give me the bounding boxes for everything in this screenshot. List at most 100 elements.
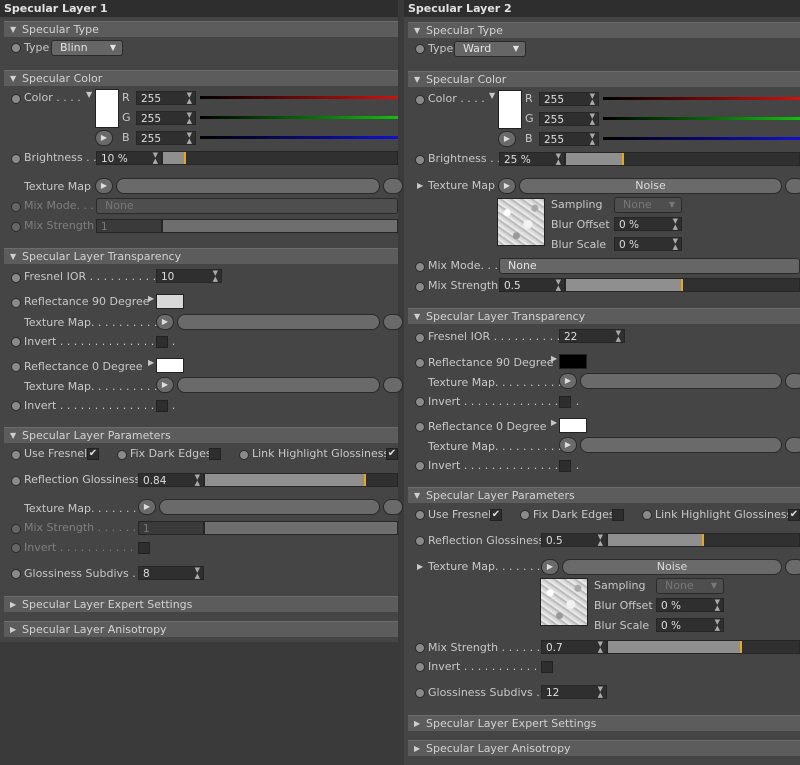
type-dropdown[interactable]: Ward ▼ bbox=[454, 41, 526, 57]
invert-checkbox[interactable] bbox=[156, 400, 168, 412]
fresnel-ior-field[interactable]: 22 ▲ ▼ bbox=[559, 329, 625, 343]
animate-radio-icon[interactable] bbox=[11, 337, 21, 347]
r-field[interactable]: 255 ▲ ▼ bbox=[539, 92, 599, 106]
link-highlight-checkbox[interactable]: ✔ bbox=[788, 509, 800, 521]
texture-shader-slot[interactable] bbox=[580, 373, 782, 389]
invert-checkbox[interactable] bbox=[156, 336, 168, 348]
animate-radio-icon[interactable] bbox=[239, 450, 249, 460]
color-swatch[interactable] bbox=[498, 90, 522, 129]
blur-offset-field[interactable]: 0 % ▲ ▼ bbox=[656, 598, 724, 612]
animate-radio-icon[interactable] bbox=[11, 43, 21, 53]
animate-radio-icon[interactable] bbox=[11, 298, 21, 308]
mix-strength-slider[interactable] bbox=[204, 521, 398, 535]
expand-triangle-icon[interactable]: ▶ bbox=[417, 181, 423, 190]
brightness-field[interactable]: 25 % ▲ ▼ bbox=[499, 152, 565, 166]
texture-menu-button[interactable]: ▶ bbox=[156, 377, 174, 393]
use-fresnel-checkbox[interactable]: ✔ bbox=[87, 448, 99, 460]
animate-radio-icon[interactable] bbox=[415, 422, 425, 432]
invert-checkbox[interactable] bbox=[559, 396, 571, 408]
color-menu-arrow-icon[interactable]: ▶ bbox=[551, 354, 557, 363]
mix-strength-slider[interactable] bbox=[162, 219, 398, 233]
fix-dark-edges-checkbox[interactable] bbox=[209, 448, 221, 460]
brightness-field[interactable]: 10 % ▲ ▼ bbox=[96, 151, 162, 165]
r-field[interactable]: 255 ▲ ▼ bbox=[136, 91, 196, 105]
texture-extra-button[interactable] bbox=[785, 559, 800, 575]
invert-checkbox[interactable] bbox=[541, 661, 553, 673]
texture-extra-button[interactable] bbox=[383, 377, 403, 393]
color-menu-arrow-icon[interactable]: ▼ bbox=[86, 90, 92, 99]
color-swatch[interactable] bbox=[95, 89, 119, 128]
animate-radio-icon[interactable] bbox=[415, 536, 425, 546]
sampling-dropdown[interactable]: None ▼ bbox=[656, 578, 724, 594]
texture-shader-button[interactable]: Noise bbox=[562, 559, 782, 575]
section-transparency[interactable]: ▼ Specular Layer Transparency bbox=[408, 308, 800, 324]
reflectance-0-swatch[interactable] bbox=[559, 418, 587, 433]
texture-extra-button[interactable] bbox=[785, 178, 800, 194]
animate-radio-icon[interactable] bbox=[11, 273, 21, 283]
animate-radio-icon[interactable] bbox=[11, 450, 21, 460]
blur-scale-field[interactable]: 0 % ▲ ▼ bbox=[656, 618, 724, 632]
link-highlight-checkbox[interactable]: ✔ bbox=[386, 448, 398, 460]
color-menu-arrow-icon[interactable]: ▶ bbox=[148, 358, 154, 367]
texture-shader-slot[interactable] bbox=[116, 178, 380, 194]
section-transparency[interactable]: ▼ Specular Layer Transparency bbox=[4, 248, 398, 264]
texture-extra-button[interactable] bbox=[383, 178, 403, 194]
texture-extra-button[interactable] bbox=[383, 499, 403, 515]
texture-menu-button[interactable]: ▶ bbox=[559, 373, 577, 389]
animate-radio-icon[interactable] bbox=[520, 510, 530, 520]
section-specular-type[interactable]: ▼ Specular Type bbox=[408, 22, 800, 38]
reflectance-0-swatch[interactable] bbox=[156, 358, 184, 373]
section-anisotropy[interactable]: ▶ Specular Layer Anisotropy bbox=[4, 621, 398, 637]
g-field[interactable]: 255 ▲ ▼ bbox=[136, 111, 196, 125]
texture-shader-slot[interactable] bbox=[177, 314, 380, 330]
section-expert-settings[interactable]: ▶ Specular Layer Expert Settings bbox=[408, 715, 800, 731]
mix-strength-slider[interactable] bbox=[607, 640, 800, 654]
use-fresnel-checkbox[interactable]: ✔ bbox=[490, 509, 502, 521]
animate-radio-icon[interactable] bbox=[415, 44, 425, 54]
reflectance-90-swatch[interactable] bbox=[559, 354, 587, 369]
animate-radio-icon[interactable] bbox=[415, 397, 425, 407]
brightness-slider[interactable] bbox=[162, 151, 398, 165]
texture-shader-slot[interactable] bbox=[159, 499, 380, 515]
animate-radio-icon[interactable] bbox=[11, 543, 21, 553]
b-field[interactable]: 255 ▲ ▼ bbox=[539, 132, 599, 146]
animate-radio-icon[interactable] bbox=[415, 510, 425, 520]
animate-radio-icon[interactable] bbox=[11, 94, 21, 104]
b-slider[interactable] bbox=[603, 137, 800, 140]
texture-extra-button[interactable] bbox=[785, 373, 800, 389]
reflection-glossiness-slider[interactable] bbox=[204, 473, 398, 487]
mix-strength-field[interactable]: 1 bbox=[138, 521, 204, 535]
texture-extra-button[interactable] bbox=[785, 437, 800, 453]
reflection-glossiness-slider[interactable] bbox=[607, 533, 800, 547]
expand-triangle-icon[interactable]: ▶ bbox=[417, 562, 423, 571]
texture-shader-slot[interactable] bbox=[580, 437, 782, 453]
mix-strength-field[interactable]: 1 bbox=[96, 219, 162, 233]
section-parameters[interactable]: ▼ Specular Layer Parameters bbox=[408, 487, 800, 503]
r-slider[interactable] bbox=[603, 97, 800, 100]
animate-radio-icon[interactable] bbox=[11, 202, 21, 212]
brightness-slider[interactable] bbox=[565, 152, 800, 166]
animate-radio-icon[interactable] bbox=[11, 362, 21, 372]
type-dropdown[interactable]: Blinn ▼ bbox=[51, 40, 123, 56]
animate-radio-icon[interactable] bbox=[11, 476, 21, 486]
sampling-dropdown[interactable]: None ▼ bbox=[614, 197, 682, 213]
section-parameters[interactable]: ▼ Specular Layer Parameters bbox=[4, 427, 398, 443]
animate-radio-icon[interactable] bbox=[415, 155, 425, 165]
texture-menu-button[interactable]: ▶ bbox=[138, 499, 156, 515]
g-slider[interactable] bbox=[603, 117, 800, 120]
animate-radio-icon[interactable] bbox=[415, 95, 425, 105]
b-field[interactable]: 255 ▲ ▼ bbox=[136, 131, 196, 145]
animate-radio-icon[interactable] bbox=[11, 401, 21, 411]
animate-radio-icon[interactable] bbox=[117, 450, 127, 460]
section-expert-settings[interactable]: ▶ Specular Layer Expert Settings bbox=[4, 596, 398, 612]
animate-radio-icon[interactable] bbox=[415, 662, 425, 672]
fresnel-ior-field[interactable]: 10 ▲ ▼ bbox=[156, 269, 222, 283]
animate-radio-icon[interactable] bbox=[11, 569, 21, 579]
animate-radio-icon[interactable] bbox=[415, 333, 425, 343]
blur-scale-field[interactable]: 0 % ▲ ▼ bbox=[614, 237, 682, 251]
g-slider[interactable] bbox=[200, 116, 398, 119]
texture-menu-button[interactable]: ▶ bbox=[156, 314, 174, 330]
color-menu-arrow-icon[interactable]: ▶ bbox=[551, 418, 557, 427]
animate-radio-icon[interactable] bbox=[642, 510, 652, 520]
texture-shader-button[interactable]: Noise bbox=[519, 178, 782, 194]
